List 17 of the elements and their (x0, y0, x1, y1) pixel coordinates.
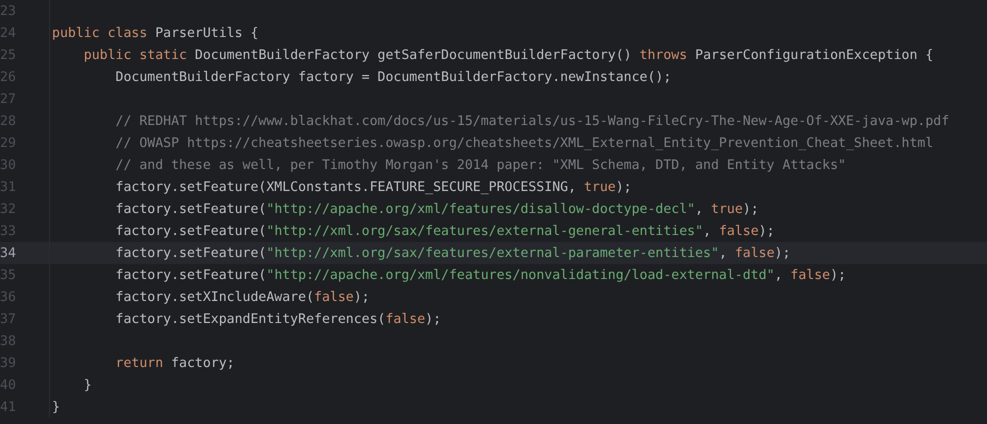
code-line: factory.setFeature("http://apache.org/xml/features/nonvalidating/load-external-dtd", false); (114, 268, 846, 282)
code-line: // REDHAT https://www.blackhat.com/docs/us-15/materials/us-15-Wang-FileCry-The-New-Age-Of-XXE-java-wp.pdf (114, 114, 950, 128)
code-line: factory.setExpandEntityReferences(false); (114, 312, 442, 326)
code-line: } (82, 378, 92, 392)
code-line: public static DocumentBuilderFactory getSaferDocumentBuilderFactory() throws ParserConfigurationException { (82, 48, 934, 62)
line-number: 34 (0, 246, 16, 260)
code-line: factory.setFeature(XMLConstants.FEATURE_SECURE_PROCESSING, true); (114, 180, 632, 194)
code-line: factory.setFeature("http://xml.org/sax/features/external-general-entities", false); (114, 224, 775, 238)
code-line: DocumentBuilderFactory factory = DocumentBuilderFactory.newInstance(); (114, 70, 672, 84)
code-line: return factory; (114, 356, 235, 370)
code-line: // and these as well, per Timothy Morgan's 2014 paper: "XML Schema, DTD, and Entity Attacks" (114, 158, 846, 172)
code-line: factory.setXIncludeAware(false); (114, 290, 370, 304)
code-line: public class ParserUtils { (52, 26, 258, 40)
code-line: // OWASP https://cheatsheetseries.owasp.org/cheatsheets/XML_External_Entity_Prevention_Cheat_Sheet.html (114, 136, 934, 150)
code-line: } (52, 400, 60, 414)
code-line: factory.setFeature("http://xml.org/sax/features/external-parameter-entities", false); (114, 246, 790, 260)
code-line: factory.setFeature("http://apache.org/xml/features/disallow-doctype-decl", true); (114, 202, 759, 216)
